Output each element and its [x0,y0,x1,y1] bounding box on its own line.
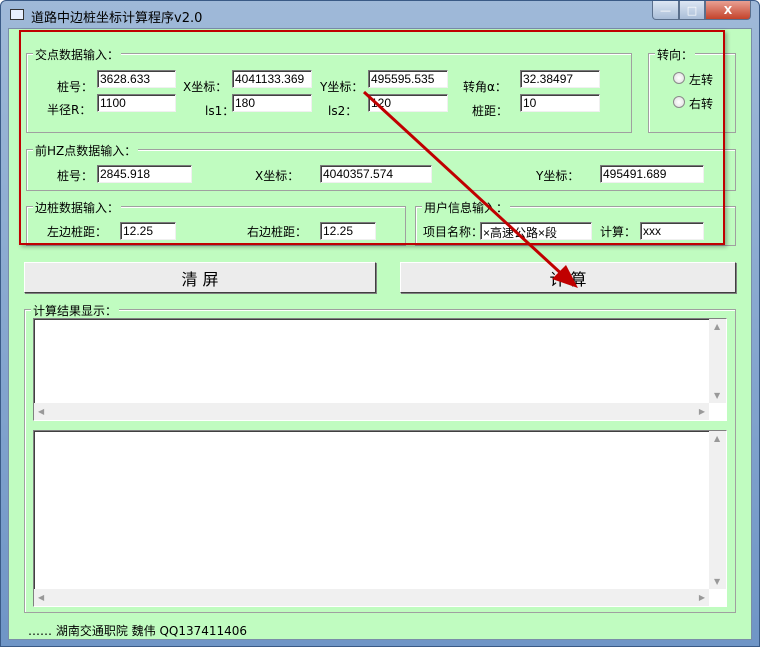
horizontal-scrollbar[interactable]: ◀ ▶ [34,403,709,420]
radio-left-turn[interactable] [673,72,685,84]
project-name-input[interactable]: ×高速公路×段 [480,222,592,240]
calculator-input[interactable]: xxx [640,222,704,240]
jd-station-input[interactable]: 3628.633 [97,70,176,88]
jd-y-input[interactable]: 495595.535 [368,70,448,88]
interval-input[interactable]: 10 [520,94,600,112]
clear-button[interactable]: 清 屏 [24,262,376,293]
hz-x-label: X坐标： [255,169,300,183]
minimize-button[interactable]: — [652,1,679,20]
left-turn-label[interactable]: 左转 [689,71,713,88]
hz-station-input[interactable]: 2845.918 [97,165,192,183]
jd-x-input[interactable]: 4041133.369 [232,70,312,88]
hz-legend: 前HZ点数据输入： [33,142,139,159]
jd-y-label: Y坐标： [320,80,364,94]
jd-legend: 交点数据输入： [33,46,122,63]
horizontal-scrollbar[interactable]: ◀ ▶ [34,589,709,606]
ls2-input[interactable]: 120 [368,94,448,112]
hz-y-input[interactable]: 495491.689 [600,165,704,183]
left-offset-input[interactable]: 12.25 [120,222,176,240]
footer-credit: …… 湖南交通职院 魏伟 QQ137411406 [28,624,248,638]
user-legend: 用户信息输入： [422,199,511,216]
project-name-label: 项目名称： [423,225,484,239]
left-offset-label: 左边桩距： [47,225,108,239]
jd-x-label: X坐标： [183,80,228,94]
jd-station-label: 桩号： [57,80,94,94]
vertical-scrollbar[interactable]: ▲ ▼ [709,431,726,589]
app-icon [10,9,24,20]
ls1-label: ls1： [205,104,235,118]
hz-station-label: 桩号： [57,169,94,183]
radius-input[interactable]: 1100 [97,94,176,112]
maximize-button[interactable]: □ [679,1,705,20]
result-textarea-2[interactable]: ▲ ▼ ◀ ▶ [33,430,727,607]
radius-label: 半径R： [47,103,92,117]
window-title: 道路中边桩坐标计算程序v2.0 [31,11,203,26]
angle-label: 转角α： [463,80,507,94]
side-legend: 边桩数据输入： [33,199,122,216]
turn-group: 转向： [648,46,736,133]
hz-y-label: Y坐标： [536,169,580,183]
angle-input[interactable]: 32.38497 [520,70,600,88]
right-offset-label: 右边桩距： [247,225,308,239]
close-button[interactable]: X [705,1,751,20]
turn-legend: 转向： [655,46,696,63]
radio-right-turn[interactable] [673,96,685,108]
hz-x-input[interactable]: 4040357.574 [320,165,432,183]
ls1-input[interactable]: 180 [232,94,312,112]
result-legend: 计算结果显示： [31,302,120,319]
calculator-label: 计算： [600,225,637,239]
right-offset-input[interactable]: 12.25 [320,222,376,240]
calculate-button[interactable]: 计 算 [400,262,736,293]
result-textarea-1[interactable]: ▲ ▼ ◀ ▶ [33,318,727,421]
right-turn-label[interactable]: 右转 [689,95,713,112]
vertical-scrollbar[interactable]: ▲ ▼ [709,319,726,403]
ls2-label: ls2： [328,104,358,118]
interval-label: 桩距： [472,104,509,118]
